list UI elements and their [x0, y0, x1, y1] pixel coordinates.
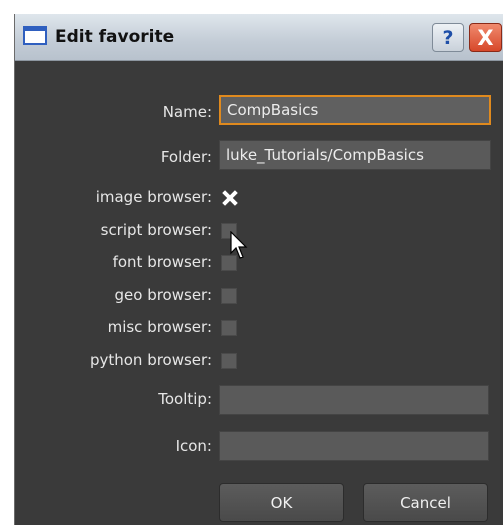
image-browser-checkbox[interactable] [221, 190, 237, 206]
python-browser-checkbox[interactable] [221, 353, 237, 369]
tooltip-field[interactable] [219, 385, 489, 415]
misc-browser-checkbox[interactable] [221, 320, 237, 336]
title-bar: Edit favorite ? X [15, 14, 503, 61]
cancel-button[interactable]: Cancel [363, 483, 488, 522]
tooltip-label: Tooltip: [158, 390, 212, 408]
icon-field[interactable] [219, 431, 489, 461]
geo-browser-checkbox[interactable] [221, 288, 237, 304]
misc-browser-label: misc browser: [107, 318, 212, 336]
window-icon [23, 26, 47, 45]
folder-field[interactable]: luke_Tutorials/CompBasics [219, 140, 491, 170]
help-button[interactable]: ? [432, 23, 464, 52]
icon-label: Icon: [175, 437, 212, 455]
font-browser-label: font browser: [112, 253, 212, 271]
ok-button[interactable]: OK [219, 483, 344, 522]
dialog-title: Edit favorite [55, 27, 175, 47]
mouse-pointer-icon [230, 231, 248, 259]
edit-favorite-dialog: Edit favorite ? X Name: CompBasics Folde… [14, 14, 503, 525]
name-label: Name: [162, 103, 212, 121]
close-button[interactable]: X [469, 23, 502, 52]
folder-label: Folder: [160, 148, 212, 166]
python-browser-label: python browser: [89, 351, 212, 369]
geo-browser-label: geo browser: [114, 286, 213, 304]
script-browser-label: script browser: [100, 221, 212, 239]
image-browser-label: image browser: [95, 188, 212, 206]
name-field[interactable]: CompBasics [219, 95, 491, 125]
dialog-body: Name: CompBasics Folder: luke_Tutorials/… [15, 61, 503, 525]
